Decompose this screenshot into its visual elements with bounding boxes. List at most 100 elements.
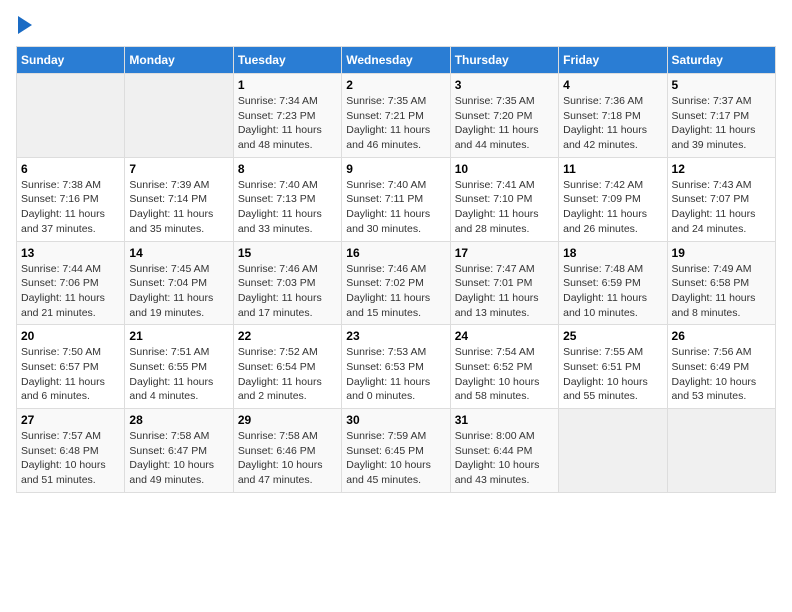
day-header-thursday: Thursday: [450, 47, 558, 74]
day-header-saturday: Saturday: [667, 47, 775, 74]
day-info: Sunrise: 7:53 AMSunset: 6:53 PMDaylight:…: [346, 345, 445, 404]
day-info: Sunrise: 7:54 AMSunset: 6:52 PMDaylight:…: [455, 345, 554, 404]
day-info: Sunrise: 7:37 AMSunset: 7:17 PMDaylight:…: [672, 94, 771, 153]
day-cell: 13 Sunrise: 7:44 AMSunset: 7:06 PMDayligh…: [17, 241, 125, 325]
logo-arrow-icon: [18, 16, 32, 34]
day-cell: 9Sunrise: 7:40 AMSunset: 7:11 PMDaylight…: [342, 157, 450, 241]
day-cell: 29 Sunrise: 7:58 AMSunset: 6:46 PMDayligh…: [233, 409, 341, 493]
day-cell: 4Sunrise: 7:36 AMSunset: 7:18 PMDaylight…: [559, 74, 667, 158]
day-cell: 12Sunrise: 7:43 AMSunset: 7:07 PMDayligh…: [667, 157, 775, 241]
day-number: 2: [346, 78, 445, 92]
day-info: Sunrise: 7:40 AMSunset: 7:13 PMDaylight:…: [238, 178, 337, 237]
week-row-1: 1 Sunrise: 7:34 AMSunset: 7:23 PMDaylight…: [17, 74, 776, 158]
day-cell: 25 Sunrise: 7:55 AMSunset: 6:51 PMDayligh…: [559, 325, 667, 409]
day-info: Sunrise: 7:35 AMSunset: 7:20 PMDaylight:…: [455, 94, 554, 153]
day-cell: 3 Sunrise: 7:35 AMSunset: 7:20 PMDaylight…: [450, 74, 558, 158]
day-cell: [17, 74, 125, 158]
day-cell: 8 Sunrise: 7:40 AMSunset: 7:13 PMDaylight…: [233, 157, 341, 241]
day-info: Sunrise: 7:34 AMSunset: 7:23 PMDaylight:…: [238, 94, 337, 153]
day-info: Sunrise: 7:44 AMSunset: 7:06 PMDaylight:…: [21, 262, 120, 321]
day-info: Sunrise: 7:36 AMSunset: 7:18 PMDaylight:…: [563, 94, 662, 153]
day-number: 18: [563, 246, 662, 260]
day-number: 13: [21, 246, 120, 260]
day-number: 10: [455, 162, 554, 176]
day-info: Sunrise: 7:46 AMSunset: 7:02 PMDaylight:…: [346, 262, 445, 321]
day-info: Sunrise: 7:39 AMSunset: 7:14 PMDaylight:…: [129, 178, 228, 237]
day-info: Sunrise: 7:49 AMSunset: 6:58 PMDaylight:…: [672, 262, 771, 321]
day-info: Sunrise: 7:56 AMSunset: 6:49 PMDaylight:…: [672, 345, 771, 404]
day-header-friday: Friday: [559, 47, 667, 74]
day-cell: 16 Sunrise: 7:46 AMSunset: 7:02 PMDayligh…: [342, 241, 450, 325]
day-info: Sunrise: 7:41 AMSunset: 7:10 PMDaylight:…: [455, 178, 554, 237]
week-row-2: 6Sunrise: 7:38 AMSunset: 7:16 PMDaylight…: [17, 157, 776, 241]
day-cell: 14 Sunrise: 7:45 AMSunset: 7:04 PMDayligh…: [125, 241, 233, 325]
day-cell: [667, 409, 775, 493]
day-info: Sunrise: 7:55 AMSunset: 6:51 PMDaylight:…: [563, 345, 662, 404]
day-number: 31: [455, 413, 554, 427]
day-number: 21: [129, 329, 228, 343]
day-cell: 11 Sunrise: 7:42 AMSunset: 7:09 PMDayligh…: [559, 157, 667, 241]
page-header: [16, 16, 776, 34]
day-cell: 19 Sunrise: 7:49 AMSunset: 6:58 PMDayligh…: [667, 241, 775, 325]
day-number: 7: [129, 162, 228, 176]
day-header-monday: Monday: [125, 47, 233, 74]
day-info: Sunrise: 7:42 AMSunset: 7:09 PMDaylight:…: [563, 178, 662, 237]
logo: [16, 16, 32, 34]
day-info: Sunrise: 8:00 AMSunset: 6:44 PMDaylight:…: [455, 429, 554, 488]
day-info: Sunrise: 7:43 AMSunset: 7:07 PMDaylight:…: [672, 178, 771, 237]
day-number: 28: [129, 413, 228, 427]
day-cell: 28 Sunrise: 7:58 AMSunset: 6:47 PMDayligh…: [125, 409, 233, 493]
calendar-table: SundayMondayTuesdayWednesdayThursdayFrid…: [16, 46, 776, 493]
day-cell: 5 Sunrise: 7:37 AMSunset: 7:17 PMDaylight…: [667, 74, 775, 158]
day-number: 24: [455, 329, 554, 343]
day-info: Sunrise: 7:35 AMSunset: 7:21 PMDaylight:…: [346, 94, 445, 153]
calendar-header-row: SundayMondayTuesdayWednesdayThursdayFrid…: [17, 47, 776, 74]
day-cell: [125, 74, 233, 158]
day-cell: 23 Sunrise: 7:53 AMSunset: 6:53 PMDayligh…: [342, 325, 450, 409]
day-number: 17: [455, 246, 554, 260]
day-number: 11: [563, 162, 662, 176]
day-header-wednesday: Wednesday: [342, 47, 450, 74]
week-row-3: 13 Sunrise: 7:44 AMSunset: 7:06 PMDayligh…: [17, 241, 776, 325]
week-row-4: 20Sunrise: 7:50 AMSunset: 6:57 PMDayligh…: [17, 325, 776, 409]
day-cell: 1 Sunrise: 7:34 AMSunset: 7:23 PMDaylight…: [233, 74, 341, 158]
day-number: 15: [238, 246, 337, 260]
day-cell: 18 Sunrise: 7:48 AMSunset: 6:59 PMDayligh…: [559, 241, 667, 325]
day-cell: 10 Sunrise: 7:41 AMSunset: 7:10 PMDayligh…: [450, 157, 558, 241]
day-number: 30: [346, 413, 445, 427]
day-cell: 15 Sunrise: 7:46 AMSunset: 7:03 PMDayligh…: [233, 241, 341, 325]
day-number: 19: [672, 246, 771, 260]
day-info: Sunrise: 7:58 AMSunset: 6:47 PMDaylight:…: [129, 429, 228, 488]
day-info: Sunrise: 7:57 AMSunset: 6:48 PMDaylight:…: [21, 429, 120, 488]
day-cell: 30 Sunrise: 7:59 AMSunset: 6:45 PMDayligh…: [342, 409, 450, 493]
day-cell: 20Sunrise: 7:50 AMSunset: 6:57 PMDayligh…: [17, 325, 125, 409]
day-info: Sunrise: 7:38 AMSunset: 7:16 PMDaylight:…: [21, 178, 120, 237]
day-info: Sunrise: 7:48 AMSunset: 6:59 PMDaylight:…: [563, 262, 662, 321]
day-info: Sunrise: 7:40 AMSunset: 7:11 PMDaylight:…: [346, 178, 445, 237]
day-cell: 17Sunrise: 7:47 AMSunset: 7:01 PMDayligh…: [450, 241, 558, 325]
day-number: 23: [346, 329, 445, 343]
day-number: 16: [346, 246, 445, 260]
day-cell: 21 Sunrise: 7:51 AMSunset: 6:55 PMDayligh…: [125, 325, 233, 409]
day-number: 25: [563, 329, 662, 343]
day-number: 8: [238, 162, 337, 176]
day-info: Sunrise: 7:46 AMSunset: 7:03 PMDaylight:…: [238, 262, 337, 321]
day-info: Sunrise: 7:52 AMSunset: 6:54 PMDaylight:…: [238, 345, 337, 404]
day-info: Sunrise: 7:59 AMSunset: 6:45 PMDaylight:…: [346, 429, 445, 488]
day-cell: 31 Sunrise: 8:00 AMSunset: 6:44 PMDayligh…: [450, 409, 558, 493]
week-row-5: 27Sunrise: 7:57 AMSunset: 6:48 PMDayligh…: [17, 409, 776, 493]
day-number: 20: [21, 329, 120, 343]
day-cell: [559, 409, 667, 493]
day-header-tuesday: Tuesday: [233, 47, 341, 74]
day-number: 29: [238, 413, 337, 427]
day-info: Sunrise: 7:58 AMSunset: 6:46 PMDaylight:…: [238, 429, 337, 488]
day-number: 14: [129, 246, 228, 260]
day-number: 1: [238, 78, 337, 92]
day-info: Sunrise: 7:51 AMSunset: 6:55 PMDaylight:…: [129, 345, 228, 404]
day-number: 5: [672, 78, 771, 92]
day-header-sunday: Sunday: [17, 47, 125, 74]
day-info: Sunrise: 7:45 AMSunset: 7:04 PMDaylight:…: [129, 262, 228, 321]
day-cell: 6Sunrise: 7:38 AMSunset: 7:16 PMDaylight…: [17, 157, 125, 241]
day-cell: 22Sunrise: 7:52 AMSunset: 6:54 PMDayligh…: [233, 325, 341, 409]
day-number: 3: [455, 78, 554, 92]
